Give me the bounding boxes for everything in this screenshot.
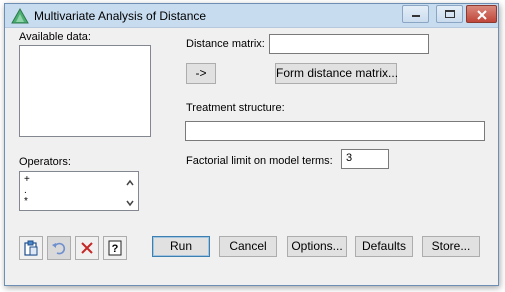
help-button[interactable]: ? bbox=[103, 236, 127, 260]
available-data-list[interactable] bbox=[19, 45, 151, 137]
operator-item[interactable]: + bbox=[24, 175, 30, 185]
treatment-structure-field[interactable] bbox=[185, 121, 485, 141]
app-icon bbox=[11, 8, 29, 24]
factorial-limit-field[interactable]: 3 bbox=[341, 149, 389, 169]
close-icon bbox=[477, 10, 487, 20]
run-button[interactable]: Run bbox=[152, 236, 210, 257]
undo-button[interactable] bbox=[47, 236, 71, 260]
operators-label: Operators: bbox=[19, 156, 71, 168]
undo-icon bbox=[52, 242, 66, 255]
treatment-structure-label: Treatment structure: bbox=[186, 102, 285, 114]
transfer-arrow-button[interactable]: -> bbox=[186, 63, 216, 84]
operator-item[interactable]: * bbox=[24, 197, 28, 207]
operator-item[interactable]: . bbox=[24, 186, 27, 196]
factorial-limit-label: Factorial limit on model terms: bbox=[186, 155, 333, 167]
operators-list[interactable]: + . * bbox=[19, 171, 139, 211]
options-button[interactable]: Options... bbox=[287, 236, 347, 257]
clipboard-icon bbox=[24, 240, 38, 256]
svg-text:?: ? bbox=[112, 243, 119, 255]
clear-button[interactable] bbox=[75, 236, 99, 260]
minimize-icon bbox=[412, 15, 420, 17]
clipboard-button[interactable] bbox=[19, 236, 43, 260]
form-distance-matrix-button[interactable]: Form distance matrix... bbox=[275, 63, 398, 84]
maximize-icon bbox=[445, 10, 455, 18]
scroll-down-icon[interactable] bbox=[125, 198, 135, 208]
help-icon: ? bbox=[108, 240, 122, 256]
store-button[interactable]: Store... bbox=[422, 236, 480, 257]
defaults-button[interactable]: Defaults bbox=[355, 236, 413, 257]
distance-matrix-label: Distance matrix: bbox=[186, 38, 265, 50]
minimize-button[interactable] bbox=[402, 5, 429, 23]
close-button[interactable] bbox=[466, 5, 497, 23]
maximize-button[interactable] bbox=[436, 5, 463, 23]
cancel-button[interactable]: Cancel bbox=[219, 236, 277, 257]
title-bar[interactable]: Multivariate Analysis of Distance bbox=[5, 4, 498, 28]
clear-icon bbox=[81, 242, 93, 254]
dialog-window: Multivariate Analysis of Distance Availa… bbox=[4, 3, 499, 286]
available-data-label: Available data: bbox=[19, 31, 91, 43]
window-title: Multivariate Analysis of Distance bbox=[34, 9, 207, 23]
scroll-up-icon[interactable] bbox=[125, 178, 135, 188]
distance-matrix-field[interactable] bbox=[269, 34, 429, 54]
